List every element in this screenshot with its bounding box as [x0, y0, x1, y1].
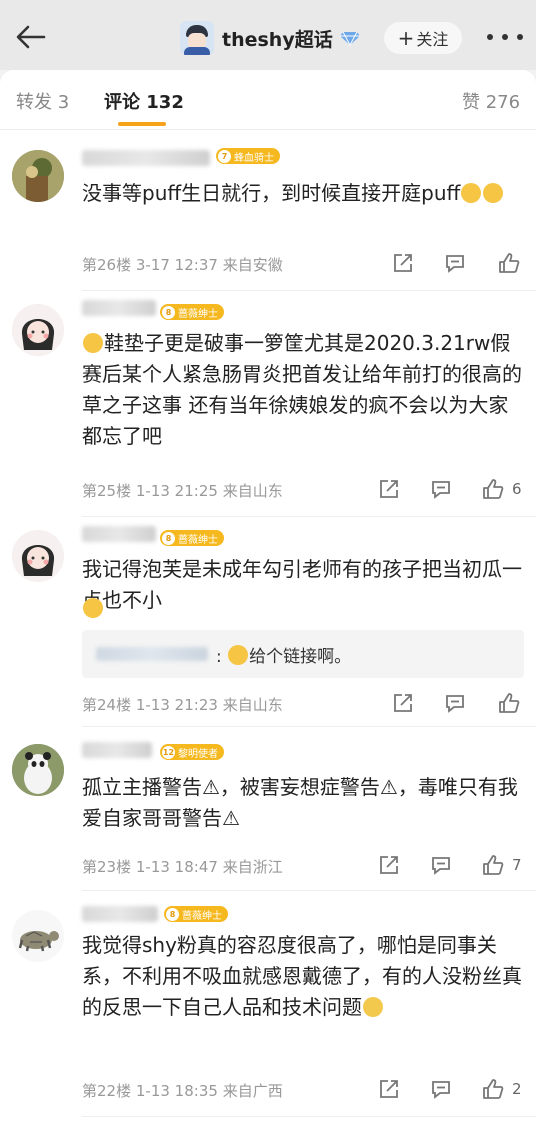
- divider: [82, 1116, 536, 1117]
- crying-emoji-icon: [363, 997, 383, 1017]
- comment-meta: 第23楼 1-13 18:47 来自浙江: [82, 858, 283, 876]
- rank-badge: 8 蔷薇绅士: [160, 304, 224, 320]
- share-icon[interactable]: [392, 692, 414, 714]
- comment-meta: 第22楼 1-13 18:35 来自广西: [82, 1082, 283, 1100]
- divider: [82, 726, 536, 727]
- avatar[interactable]: [12, 910, 64, 962]
- plus-icon: +: [397, 26, 415, 50]
- avatar[interactable]: [12, 150, 64, 202]
- like-count: 2: [512, 1080, 522, 1098]
- comment-icon[interactable]: [430, 854, 452, 876]
- doge-emoji-icon: [83, 333, 103, 353]
- more-options-icon[interactable]: [487, 34, 523, 42]
- like-icon[interactable]: [482, 854, 504, 876]
- comment-meta: 第26楼 3-17 12:37 来自安徽: [82, 256, 283, 274]
- doge-emoji-icon: [461, 183, 482, 203]
- page-title-group[interactable]: theshy超话: [180, 20, 361, 56]
- comment-meta: 第25楼 1-13 21:25 来自山东: [82, 482, 283, 500]
- rank-badge: 7 蜂血骑士: [216, 148, 280, 164]
- doge-emoji-icon: [228, 645, 249, 665]
- diamond-badge-icon: [339, 31, 360, 46]
- reply-username-blurred: [96, 647, 208, 661]
- rank-badge: 8 蔷薇绅士: [164, 906, 228, 922]
- username-blurred[interactable]: [82, 906, 158, 922]
- tab-indicator: [118, 122, 166, 126]
- reply-preview[interactable]: : 给个链接啊。: [82, 630, 524, 678]
- comment-icon[interactable]: [430, 1078, 452, 1100]
- username-blurred[interactable]: [82, 526, 156, 542]
- supertopic-avatar: [180, 21, 214, 55]
- comment-meta: 第24楼 1-13 21:23 来自山东: [82, 696, 283, 714]
- comment-icon[interactable]: [444, 692, 466, 714]
- top-bar: theshy超话 + 关注: [0, 0, 536, 70]
- comment-text: 鞋垫子更是破事一箩筐尤其是2020.3.21rw假赛后某个人紧急肠胃炎把首发让给…: [82, 331, 522, 448]
- rank-badge: 8 蔷薇绅士: [160, 530, 224, 546]
- tab-likes[interactable]: 赞 276: [462, 88, 520, 114]
- comment-text: 没事等puff生日就行，到时候直接开庭puff: [82, 178, 522, 209]
- tab-comments[interactable]: 评论 132: [104, 88, 184, 114]
- divider: [82, 290, 536, 291]
- username-blurred[interactable]: [82, 150, 210, 166]
- avatar[interactable]: [12, 530, 64, 582]
- share-icon[interactable]: [378, 854, 400, 876]
- like-icon[interactable]: [482, 478, 504, 500]
- divider: [82, 890, 536, 891]
- follow-label: 关注: [416, 30, 449, 49]
- like-icon[interactable]: [482, 1078, 504, 1100]
- username-blurred[interactable]: [82, 300, 156, 316]
- follow-button[interactable]: + 关注: [384, 22, 462, 54]
- username-blurred[interactable]: [82, 742, 152, 758]
- like-count: 6: [512, 480, 522, 498]
- comment-icon[interactable]: [430, 478, 452, 500]
- reply-text: : 给个链接啊。: [216, 645, 352, 667]
- share-icon[interactable]: [378, 1078, 400, 1100]
- share-icon[interactable]: [392, 252, 414, 274]
- like-icon[interactable]: [498, 252, 520, 274]
- tab-bar: 转发 3 评论 132 赞 276: [0, 70, 536, 130]
- like-icon[interactable]: [498, 692, 520, 714]
- comment-icon[interactable]: [444, 252, 466, 274]
- avatar[interactable]: [12, 304, 64, 356]
- share-icon[interactable]: [378, 478, 400, 500]
- back-arrow-icon[interactable]: [14, 22, 48, 52]
- tab-reposts[interactable]: 转发 3: [16, 88, 69, 114]
- doge-emoji-icon: [483, 183, 504, 203]
- smile-emoji-icon: [83, 598, 103, 618]
- comment-text: 我觉得shy粉真的容忍度很高了，哪怕是同事关系，不利用不吸血就感恩戴德了，有的人…: [82, 933, 522, 1019]
- page-title: theshy超话: [222, 28, 333, 51]
- like-count: 7: [512, 856, 522, 874]
- divider: [82, 516, 536, 517]
- rank-badge: 12 黎明使者: [160, 744, 224, 760]
- avatar[interactable]: [12, 744, 64, 796]
- comment-text: 我记得泡芙是未成年勾引老师有的孩子把当初瓜一点也不小: [82, 557, 522, 612]
- comment-text: 孤立主播警告⚠，被害妄想症警告⚠，毒唯只有我爱自家哥哥警告⚠: [82, 775, 518, 830]
